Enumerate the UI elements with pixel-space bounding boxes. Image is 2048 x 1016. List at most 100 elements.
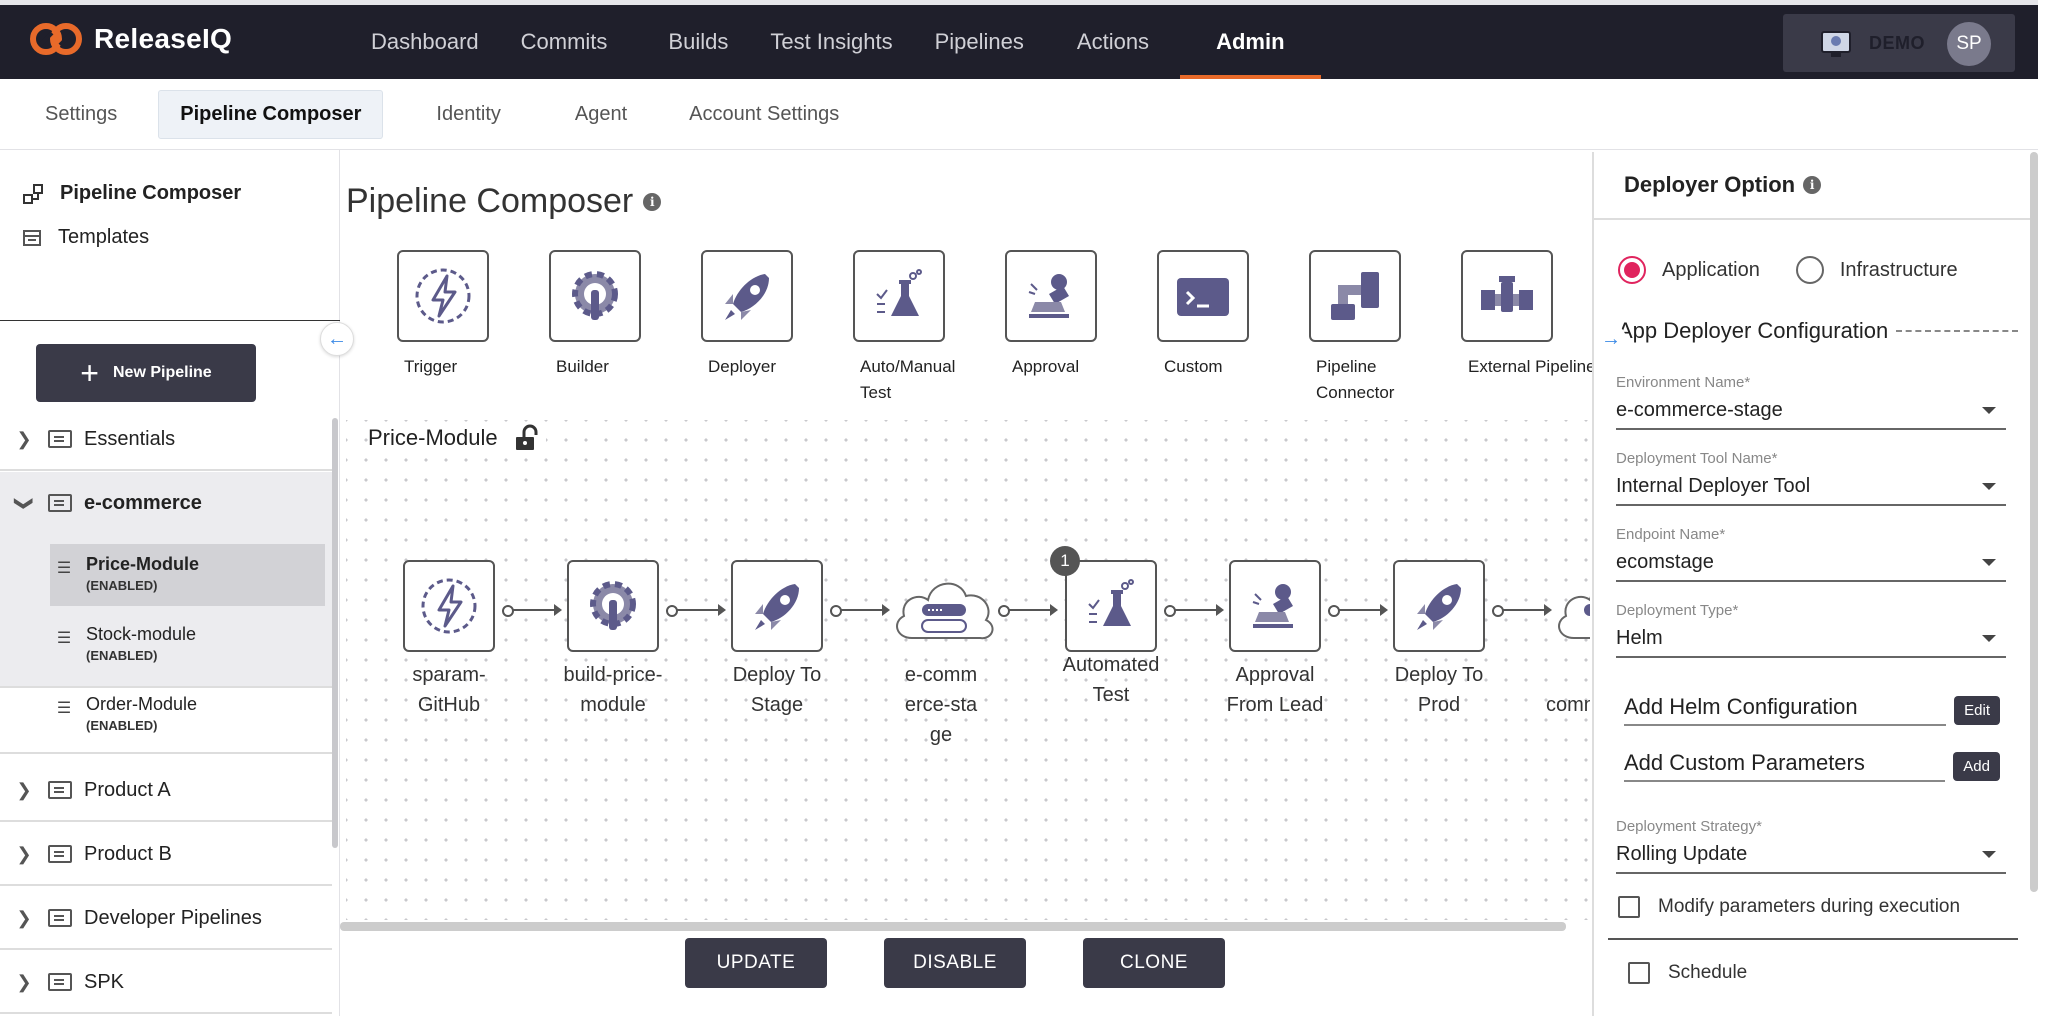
sidebar-link-templates[interactable]: Templates: [22, 226, 149, 249]
pipeline-icon: ☰: [56, 560, 72, 577]
node-automated-test[interactable]: [1065, 560, 1157, 652]
nav-test-insights[interactable]: Test Insights: [749, 5, 913, 79]
field-label: Deployment Tool Name*: [1616, 450, 1778, 467]
tab-account-settings[interactable]: Account Settings: [668, 91, 860, 138]
demo-account-box[interactable]: DEMO SP: [1783, 14, 2015, 72]
schedule-checkbox-row[interactable]: Schedule: [1628, 962, 1747, 984]
sidebar-link-label: Templates: [58, 226, 150, 248]
pipeline-composer-icon: [23, 183, 43, 204]
sidebar-scrollbar[interactable]: [332, 418, 338, 848]
node-deploy-to-prod[interactable]: [1393, 560, 1485, 652]
palette-pipeline-connector[interactable]: Pipeline Connector: [1308, 250, 1402, 405]
node-deploy-to-stage[interactable]: [731, 560, 823, 652]
node-connector: [1164, 604, 1224, 617]
external-pipeline-icon: [1461, 250, 1553, 342]
deployment-tool-select[interactable]: Deployment Tool Name* Internal Deployer …: [1616, 450, 2006, 506]
collapse-sidebar-button[interactable]: ←: [320, 322, 354, 356]
checkbox-label: Modify parameters during execution: [1658, 896, 1961, 917]
tree-group-essentials[interactable]: ❯ Essentials: [0, 409, 332, 471]
palette-label: Custom: [1164, 357, 1223, 376]
canvas-horizontal-scrollbar[interactable]: [340, 922, 1566, 931]
tree-group-label: SPK: [84, 970, 125, 993]
palette-external-pipeline[interactable]: External Pipeline: [1460, 250, 1596, 380]
field-label: Environment Name*: [1616, 374, 1751, 391]
pipeline-name: Price-Module: [86, 554, 200, 574]
folder-icon: [48, 845, 72, 863]
disable-button[interactable]: DISABLE: [884, 938, 1026, 988]
node-environment-stage[interactable]: [888, 568, 1000, 651]
pipeline-item-order-module[interactable]: ☰ Order-Module (ENABLED): [50, 684, 325, 746]
tab-agent[interactable]: Agent: [554, 91, 648, 138]
expand-panel-button[interactable]: →: [1596, 324, 1626, 354]
node-label-text: commerce-p: [1546, 694, 1590, 716]
chevron-right-icon: ❯: [16, 843, 32, 864]
palette-approval[interactable]: Approval: [1004, 250, 1098, 380]
sidebar-link-pipeline-composer[interactable]: Pipeline Composer: [22, 182, 241, 205]
helm-config-row: Add Helm Configuration Edit: [1624, 694, 2000, 726]
nav-builds[interactable]: Builds: [628, 5, 749, 79]
nav-actions[interactable]: Actions: [1045, 5, 1170, 79]
panel-scrollbar[interactable]: [2030, 152, 2038, 892]
unlock-icon[interactable]: [512, 424, 540, 452]
node-connector: [998, 604, 1058, 617]
deployment-type-select[interactable]: Deployment Type* Helm: [1616, 602, 2006, 658]
field-value: ecomstage: [1616, 551, 1714, 573]
demo-monitor-icon: [1821, 31, 1851, 57]
info-icon[interactable]: i: [1803, 176, 1822, 194]
user-avatar[interactable]: SP: [1947, 22, 1991, 66]
tree-group-product-a[interactable]: ❯ Product A: [0, 760, 332, 822]
edit-helm-button[interactable]: Edit: [1954, 695, 2000, 725]
node-label-text: Automated Test: [1062, 654, 1160, 706]
checkbox[interactable]: [1628, 962, 1650, 984]
deployment-strategy-select[interactable]: Deployment Strategy* Rolling Update: [1616, 818, 2006, 874]
deployer-type-radio-group: Application Infrastructure: [1618, 256, 1958, 284]
clone-button[interactable]: CLONE: [1083, 938, 1225, 988]
environment-name-select[interactable]: Environment Name* e-commerce-stage: [1616, 374, 2006, 430]
sidebar-link-label: Pipeline Composer: [60, 182, 242, 204]
node-approval-from-lead[interactable]: [1229, 560, 1321, 652]
tree-group-developer-pipelines[interactable]: ❯ Developer Pipelines: [0, 888, 332, 950]
checkbox[interactable]: [1618, 896, 1640, 918]
tree-group-product-b[interactable]: ❯ Product B: [0, 824, 332, 886]
nav-commits[interactable]: Commits: [500, 5, 629, 79]
tree-group-spk[interactable]: ❯ SPK: [0, 952, 332, 1014]
node-builder[interactable]: [567, 560, 659, 652]
nav-admin[interactable]: Admin: [1180, 5, 1321, 79]
tab-settings[interactable]: Settings: [24, 91, 138, 138]
node-trigger[interactable]: [403, 560, 495, 652]
palette-deployer[interactable]: Deployer: [700, 250, 794, 380]
radio-label: Application: [1662, 258, 1760, 281]
connector-icon: [1309, 250, 1401, 342]
radio-application[interactable]: Application: [1618, 256, 1760, 284]
tab-pipeline-composer[interactable]: Pipeline Composer: [158, 89, 384, 139]
add-custom-params-button[interactable]: Add: [1953, 751, 2000, 781]
palette-builder[interactable]: Builder: [548, 250, 642, 380]
pipeline-item-price-module[interactable]: ☰ Price-Module (ENABLED): [50, 544, 325, 606]
nav-pipelines[interactable]: Pipelines: [914, 5, 1045, 79]
node-label: sparam-GitHub: [374, 660, 524, 720]
palette-auto-manual-test[interactable]: Auto/Manual Test: [852, 250, 955, 405]
deployer-icon: [1417, 584, 1461, 630]
node-label: Automated Test: [1036, 650, 1186, 710]
tab-identity[interactable]: Identity: [415, 91, 521, 138]
palette-custom[interactable]: Custom: [1156, 250, 1250, 380]
nav-dashboard[interactable]: Dashboard: [350, 5, 500, 79]
info-icon[interactable]: i: [643, 192, 662, 211]
endpoint-name-select[interactable]: Endpoint Name* ecomstage: [1616, 526, 2006, 582]
modify-params-checkbox-row[interactable]: Modify parameters during execution: [1618, 896, 1960, 918]
radio-infrastructure[interactable]: Infrastructure: [1795, 256, 1958, 284]
tree-group-e-commerce[interactable]: ❯ e-commerce: [0, 472, 332, 534]
releaseiq-logo-icon: [30, 23, 82, 55]
palette-trigger[interactable]: Trigger: [396, 250, 490, 380]
page-title: Pipeline Composer i: [346, 182, 662, 221]
new-pipeline-button[interactable]: + New Pipeline: [36, 344, 256, 402]
new-pipeline-label: New Pipeline: [112, 364, 212, 381]
node-environment-prod[interactable]: [1550, 568, 1590, 652]
update-button[interactable]: UPDATE: [685, 938, 827, 988]
app-logo[interactable]: ReleaseIQ: [28, 21, 232, 57]
node-label-text: sparam-GitHub: [412, 664, 486, 716]
node-connector: [666, 604, 726, 617]
node-connector: [1328, 604, 1388, 617]
pipeline-item-stock-module[interactable]: ☰ Stock-module (ENABLED): [50, 614, 325, 676]
folder-icon: [48, 430, 72, 448]
